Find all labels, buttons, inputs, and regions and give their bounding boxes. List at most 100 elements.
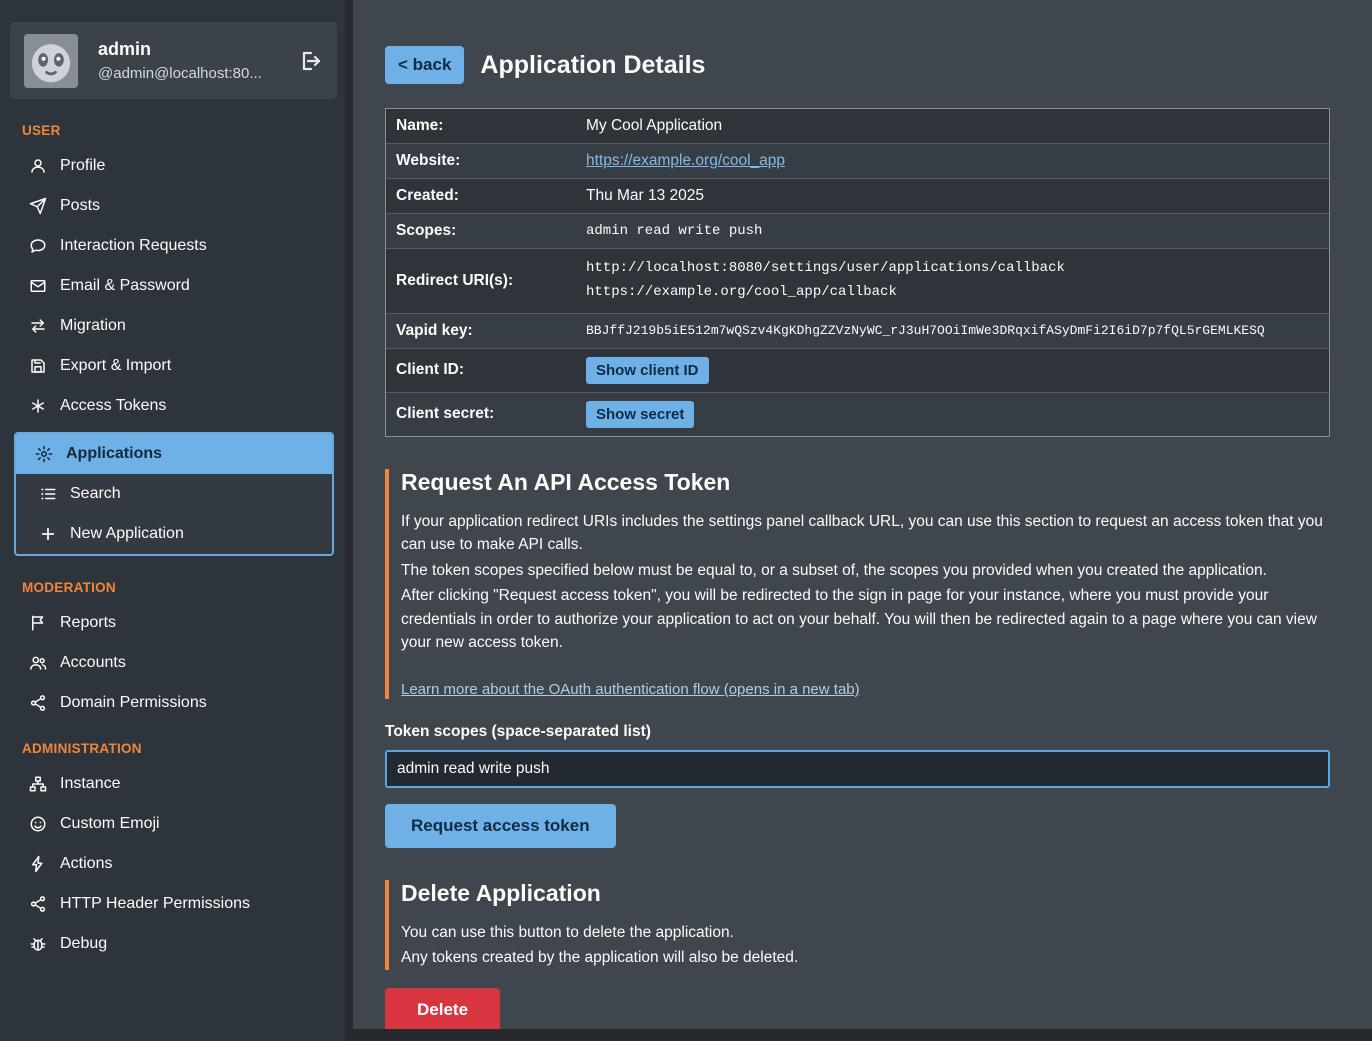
sidebar-item-applications-search[interactable]: Search: [16, 474, 332, 514]
sidebar-item-email-password[interactable]: Email & Password: [0, 266, 345, 306]
sidebar-item-label: Migration: [60, 317, 126, 335]
sidebar-item-label: Domain Permissions: [60, 694, 207, 712]
sidebar-item-label: Applications: [66, 445, 162, 463]
detail-value: My Cool Application: [576, 109, 1329, 143]
user-name: admin: [98, 39, 279, 60]
detail-row-website: Website: https://example.org/cool_app: [386, 144, 1329, 179]
sidebar-item-label: Posts: [60, 197, 100, 215]
sidebar-item-debug[interactable]: Debug: [0, 924, 345, 964]
detail-label: Scopes:: [386, 214, 576, 248]
sidebar-item-label: Accounts: [60, 654, 126, 672]
detail-row-client-secret: Client secret: Show secret: [386, 393, 1329, 436]
delete-application-section: Delete Application You can use this butt…: [385, 880, 1330, 970]
applications-group: Applications Search New Application: [14, 432, 334, 556]
token-scopes-input[interactable]: [385, 750, 1330, 788]
user-card: admin @admin@localhost:80...: [10, 22, 337, 99]
sidebar-item-label: New Application: [70, 525, 184, 543]
sidebar-item-http-header-permissions[interactable]: HTTP Header Permissions: [0, 884, 345, 924]
logout-icon[interactable]: [299, 49, 323, 73]
detail-label: Created:: [386, 179, 576, 213]
detail-label: Name:: [386, 109, 576, 143]
delete-application-title: Delete Application: [401, 880, 1330, 907]
detail-value: admin read write push: [576, 215, 1329, 247]
user-meta: admin @admin@localhost:80...: [98, 39, 279, 82]
sidebar-item-instance[interactable]: Instance: [0, 764, 345, 804]
page-title: Application Details: [480, 51, 705, 80]
plus-icon: [38, 525, 58, 543]
detail-row-name: Name: My Cool Application: [386, 109, 1329, 144]
paper-plane-icon: [28, 197, 48, 215]
delete-button[interactable]: Delete: [385, 988, 500, 1029]
detail-label: Client ID:: [386, 353, 576, 387]
main-panel: < back Application Details Name: My Cool…: [353, 0, 1372, 1029]
detail-row-created: Created: Thu Mar 13 2025: [386, 179, 1329, 214]
request-token-section: Request An API Access Token If your appl…: [385, 469, 1330, 699]
request-token-paragraph: After clicking "Request access token", y…: [401, 584, 1330, 655]
sidebar-item-reports[interactable]: Reports: [0, 603, 345, 643]
list-icon: [38, 485, 58, 503]
sidebar-item-label: Debug: [60, 935, 107, 953]
request-token-paragraph: If your application redirect URIs includ…: [401, 510, 1330, 557]
section-label-user: USER: [0, 105, 345, 146]
request-access-token-button[interactable]: Request access token: [385, 804, 616, 848]
application-details-table: Name: My Cool Application Website: https…: [385, 108, 1330, 437]
sidebar-item-label: Interaction Requests: [60, 237, 207, 255]
avatar: [24, 34, 78, 88]
transfer-arrows-icon: [28, 317, 48, 335]
detail-label: Redirect URI(s):: [386, 264, 576, 298]
share-nodes-icon: [28, 895, 48, 913]
sidebar-item-posts[interactable]: Posts: [0, 186, 345, 226]
sidebar: admin @admin@localhost:80... USER Profil…: [0, 0, 345, 1041]
detail-row-client-id: Client ID: Show client ID: [386, 349, 1329, 393]
section-label-moderation: MODERATION: [0, 562, 345, 603]
certificate-icon: [28, 397, 48, 415]
sidebar-item-label: Instance: [60, 775, 120, 793]
envelope-icon: [28, 277, 48, 295]
sidebar-item-actions[interactable]: Actions: [0, 844, 345, 884]
website-link[interactable]: https://example.org/cool_app: [586, 152, 785, 169]
detail-row-vapid-key: Vapid key: BBJffJ219b5iE512m7wQSzv4KgKDh…: [386, 314, 1329, 349]
sidebar-item-export-import[interactable]: Export & Import: [0, 346, 345, 386]
sidebar-item-interaction-requests[interactable]: Interaction Requests: [0, 226, 345, 266]
sidebar-item-label: Reports: [60, 614, 116, 632]
sidebar-item-label: Profile: [60, 157, 105, 175]
back-button[interactable]: < back: [385, 46, 464, 84]
delete-application-text: Any tokens created by the application wi…: [401, 946, 1330, 970]
detail-label: Vapid key:: [386, 314, 576, 348]
smiley-icon: [28, 815, 48, 833]
delete-application-text: You can use this button to delete the ap…: [401, 921, 1330, 945]
bolt-icon: [28, 855, 48, 873]
sidebar-item-access-tokens[interactable]: Access Tokens: [0, 386, 345, 426]
sidebar-item-custom-emoji[interactable]: Custom Emoji: [0, 804, 345, 844]
tools-icon: [34, 445, 54, 463]
show-secret-button[interactable]: Show secret: [586, 401, 694, 428]
section-label-administration: ADMINISTRATION: [0, 723, 345, 764]
user-handle: @admin@localhost:80...: [98, 65, 279, 82]
sidebar-item-migration[interactable]: Migration: [0, 306, 345, 346]
bug-icon: [28, 935, 48, 953]
request-token-paragraph: The token scopes specified below must be…: [401, 559, 1330, 583]
sitemap-icon: [28, 775, 48, 793]
sidebar-item-new-application[interactable]: New Application: [16, 514, 332, 554]
detail-row-redirect-uris: Redirect URI(s): http://localhost:8080/s…: [386, 249, 1329, 314]
comment-icon: [28, 237, 48, 255]
users-icon: [28, 654, 48, 672]
share-nodes-icon: [28, 694, 48, 712]
flag-icon: [28, 614, 48, 632]
sidebar-item-applications[interactable]: Applications: [16, 434, 332, 474]
sidebar-item-label: Actions: [60, 855, 112, 873]
sidebar-nav: USER Profile Posts Interaction Requests …: [0, 99, 345, 964]
show-client-id-button[interactable]: Show client ID: [586, 357, 709, 384]
sidebar-item-label: HTTP Header Permissions: [60, 895, 250, 913]
sidebar-item-domain-permissions[interactable]: Domain Permissions: [0, 683, 345, 723]
sidebar-item-label: Search: [70, 485, 121, 503]
request-token-title: Request An API Access Token: [401, 469, 1330, 496]
oauth-docs-link[interactable]: Learn more about the OAuth authenticatio…: [401, 681, 860, 698]
sidebar-item-accounts[interactable]: Accounts: [0, 643, 345, 683]
detail-label: Website:: [386, 144, 576, 178]
sidebar-item-profile[interactable]: Profile: [0, 146, 345, 186]
sidebar-item-label: Access Tokens: [60, 397, 166, 415]
detail-value: BBJffJ219b5iE512m7wQSzv4KgKDhgZZVzNyWC_r…: [576, 315, 1329, 346]
sidebar-item-label: Export & Import: [60, 357, 171, 375]
detail-value: Thu Mar 13 2025: [576, 179, 1329, 213]
